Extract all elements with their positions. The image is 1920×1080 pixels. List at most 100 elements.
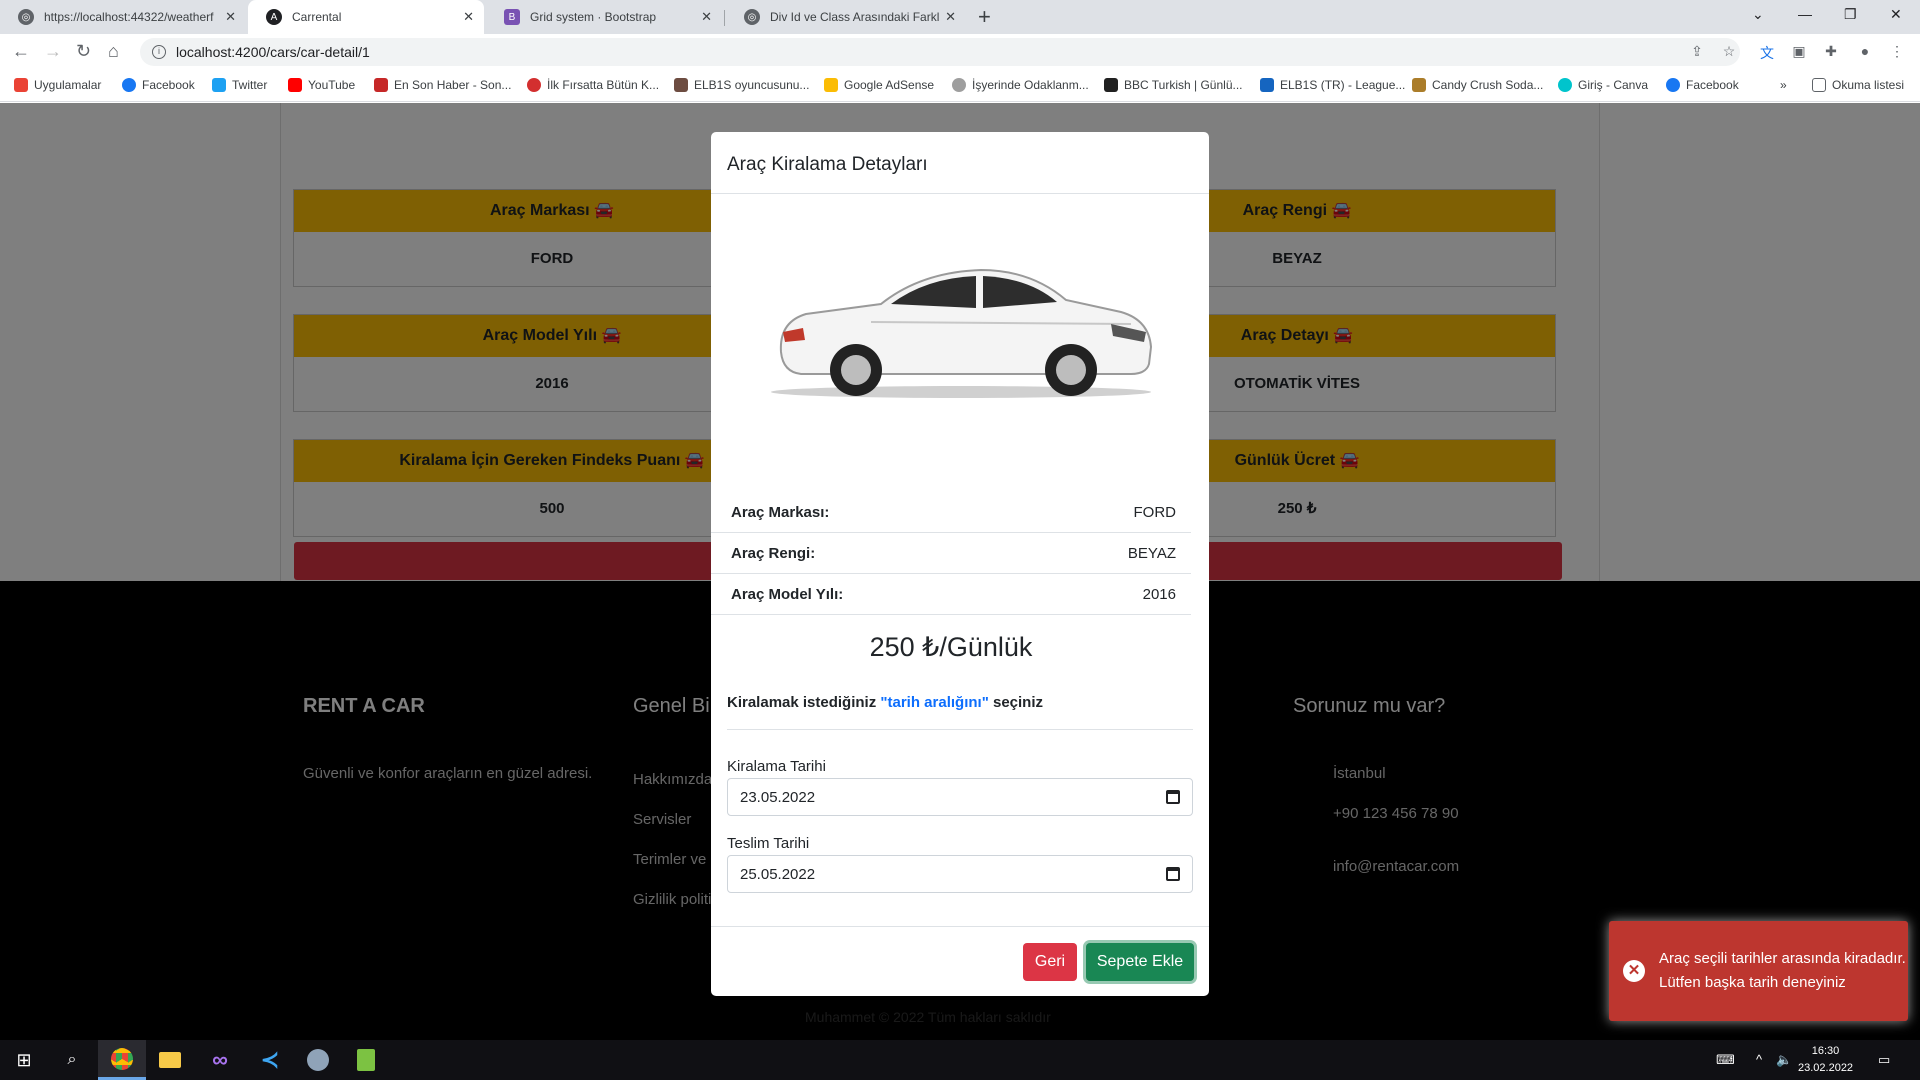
car-image bbox=[771, 268, 1153, 398]
add-to-cart-button[interactable]: Sepete Ekle bbox=[1086, 943, 1194, 981]
taskbar: ⊞ ⌕ ∞ ≺ ⌨ ^ 🔈 16:30 23.02.2022 ▭ bbox=[0, 1040, 1920, 1080]
bookmark-twitter[interactable]: Twitter bbox=[212, 78, 267, 92]
detail-label: Araç Model Yılı: bbox=[731, 585, 844, 603]
detail-value: BEYAZ bbox=[1127, 544, 1176, 562]
tab-bootstrap[interactable]: B Grid system · Bootstrap ✕ bbox=[486, 0, 722, 34]
back-arrow-icon[interactable]: ← bbox=[12, 41, 30, 62]
menu-icon[interactable]: ⋮ bbox=[1888, 43, 1906, 61]
divider bbox=[727, 729, 1193, 730]
chevron-up-icon[interactable]: ^ bbox=[1756, 1052, 1762, 1067]
close-icon[interactable]: ✕ bbox=[945, 9, 956, 25]
share-icon[interactable]: ⇪ bbox=[1688, 43, 1706, 61]
table-row: Araç Model Yılı: 2016 bbox=[711, 574, 1191, 615]
avatar[interactable]: ● bbox=[1856, 43, 1874, 61]
keyboard-icon[interactable]: ⌨ bbox=[1716, 1052, 1735, 1068]
taskbar-explorer[interactable] bbox=[146, 1040, 194, 1080]
return-date-input[interactable]: 25.05.2022 bbox=[727, 855, 1193, 893]
bookmark-league[interactable]: ELB1S (TR) - League... bbox=[1260, 78, 1405, 92]
volume-icon[interactable]: 🔈 bbox=[1776, 1052, 1792, 1068]
bookmarks-overflow-icon[interactable]: » bbox=[1780, 78, 1787, 92]
tab-label: Carrental bbox=[292, 10, 342, 24]
tab-search-icon[interactable]: ⌄ bbox=[1752, 6, 1764, 23]
tab-div-id[interactable]: ◎ Div Id ve Class Arasındaki Farklar ✕ bbox=[726, 0, 966, 34]
globe-icon bbox=[952, 78, 966, 92]
canva-icon bbox=[1558, 78, 1572, 92]
close-icon[interactable]: ✕ bbox=[225, 9, 236, 25]
news-icon bbox=[374, 78, 388, 92]
start-button[interactable]: ⊞ bbox=[0, 1040, 48, 1080]
bookmark-elb1s[interactable]: ELB1S oyuncusunu... bbox=[674, 78, 809, 92]
forward-arrow-icon[interactable]: → bbox=[44, 41, 62, 62]
date-range-prompt: Kiralamak istediğiniz "tarih aralığını" … bbox=[727, 694, 1044, 711]
chrome-icon bbox=[111, 1047, 133, 1070]
reading-list-icon bbox=[1812, 78, 1826, 92]
search-icon: ⌕ bbox=[67, 1051, 77, 1068]
media-icon[interactable]: ▣ bbox=[1790, 43, 1808, 61]
tab-carrental[interactable]: A Carrental ✕ bbox=[248, 0, 484, 34]
close-icon[interactable]: ✕ bbox=[463, 9, 474, 25]
detail-label: Araç Rengi: bbox=[731, 544, 816, 562]
bookmark-ilk-firsatta[interactable]: İlk Fırsatta Bütün K... bbox=[527, 78, 659, 92]
bookmark-isyerinde[interactable]: İşyerinde Odaklanm... bbox=[952, 78, 1089, 92]
bootstrap-icon: B bbox=[504, 9, 520, 25]
url-text: localhost:4200/cars/car-detail/1 bbox=[176, 44, 370, 60]
translate-icon[interactable]: 文 bbox=[1758, 43, 1776, 61]
power-icon bbox=[527, 78, 541, 92]
calendar-icon[interactable] bbox=[1166, 790, 1180, 804]
table-row: Araç Markası: FORD bbox=[711, 492, 1191, 533]
bookmark-apps[interactable]: Uygulamalar bbox=[14, 78, 101, 92]
taskbar-visual-studio[interactable]: ∞ bbox=[196, 1040, 244, 1080]
calendar-icon[interactable] bbox=[1166, 867, 1180, 881]
info-icon[interactable]: i bbox=[152, 45, 166, 59]
tab-separator bbox=[724, 10, 725, 26]
bookmark-canva[interactable]: Giriş - Canva bbox=[1558, 78, 1648, 92]
twitter-icon bbox=[212, 78, 226, 92]
return-date-value: 25.05.2022 bbox=[740, 865, 816, 883]
notepad-icon bbox=[357, 1049, 375, 1071]
bookmark-candy-crush[interactable]: Candy Crush Soda... bbox=[1412, 78, 1543, 92]
star-icon[interactable]: ☆ bbox=[1720, 43, 1738, 61]
search-button[interactable]: ⌕ bbox=[48, 1040, 96, 1080]
error-toast[interactable]: ✕ Araç seçili tarihler arasında kiradadı… bbox=[1609, 921, 1908, 1021]
address-bar[interactable]: i localhost:4200/cars/car-detail/1 bbox=[140, 38, 1740, 66]
notification-icon[interactable]: ▭ bbox=[1878, 1052, 1890, 1068]
taskbar-app[interactable] bbox=[294, 1040, 342, 1080]
close-icon[interactable]: ✕ bbox=[701, 9, 712, 25]
detail-value: FORD bbox=[1133, 503, 1177, 521]
home-icon[interactable]: ⌂ bbox=[108, 41, 119, 62]
rent-date-input[interactable]: 23.05.2022 bbox=[727, 778, 1193, 816]
league-icon bbox=[1260, 78, 1274, 92]
rent-date-label: Kiralama Tarihi bbox=[727, 758, 826, 775]
extensions-icon[interactable]: ✚ bbox=[1822, 43, 1840, 61]
clock[interactable]: 16:30 23.02.2022 bbox=[1798, 1043, 1853, 1077]
window-close-button[interactable]: ✕ bbox=[1890, 6, 1902, 23]
modal-title: Araç Kiralama Detayları bbox=[711, 132, 1209, 194]
avatar-icon bbox=[674, 78, 688, 92]
minimize-button[interactable]: — bbox=[1798, 6, 1812, 22]
facebook-icon bbox=[1666, 78, 1680, 92]
modal-footer: Geri Sepete Ekle bbox=[711, 926, 1209, 996]
reading-list[interactable]: Okuma listesi bbox=[1812, 78, 1904, 92]
bookmark-youtube[interactable]: YouTube bbox=[288, 78, 355, 92]
restore-button[interactable]: ❐ bbox=[1844, 6, 1857, 23]
apps-grid-icon bbox=[14, 78, 28, 92]
tab-label: Div Id ve Class Arasındaki Farklar bbox=[770, 10, 940, 24]
bookmark-facebook[interactable]: Facebook bbox=[122, 78, 195, 92]
tab-weather[interactable]: ◎ https://localhost:44322/weatherf ✕ bbox=[0, 0, 246, 34]
bookmark-adsense[interactable]: Google AdSense bbox=[824, 78, 934, 92]
bookmark-facebook-2[interactable]: Facebook bbox=[1666, 78, 1739, 92]
vscode-icon: ≺ bbox=[260, 1047, 280, 1072]
new-tab-button[interactable]: + bbox=[978, 4, 991, 30]
taskbar-vscode[interactable]: ≺ bbox=[246, 1040, 294, 1080]
taskbar-notepad[interactable] bbox=[342, 1040, 390, 1080]
candy-icon bbox=[1412, 78, 1426, 92]
bookmark-bbc[interactable]: BBC Turkish | Günlü... bbox=[1104, 78, 1243, 92]
facebook-icon bbox=[122, 78, 136, 92]
modal-back-button[interactable]: Geri bbox=[1023, 943, 1077, 981]
detail-label: Araç Markası: bbox=[731, 503, 830, 521]
reload-icon[interactable]: ↻ bbox=[76, 41, 91, 62]
rent-date-value: 23.05.2022 bbox=[740, 788, 816, 806]
app-icon bbox=[307, 1049, 329, 1071]
taskbar-chrome[interactable] bbox=[98, 1040, 146, 1080]
bookmark-en-son-haber[interactable]: En Son Haber - Son... bbox=[374, 78, 511, 92]
